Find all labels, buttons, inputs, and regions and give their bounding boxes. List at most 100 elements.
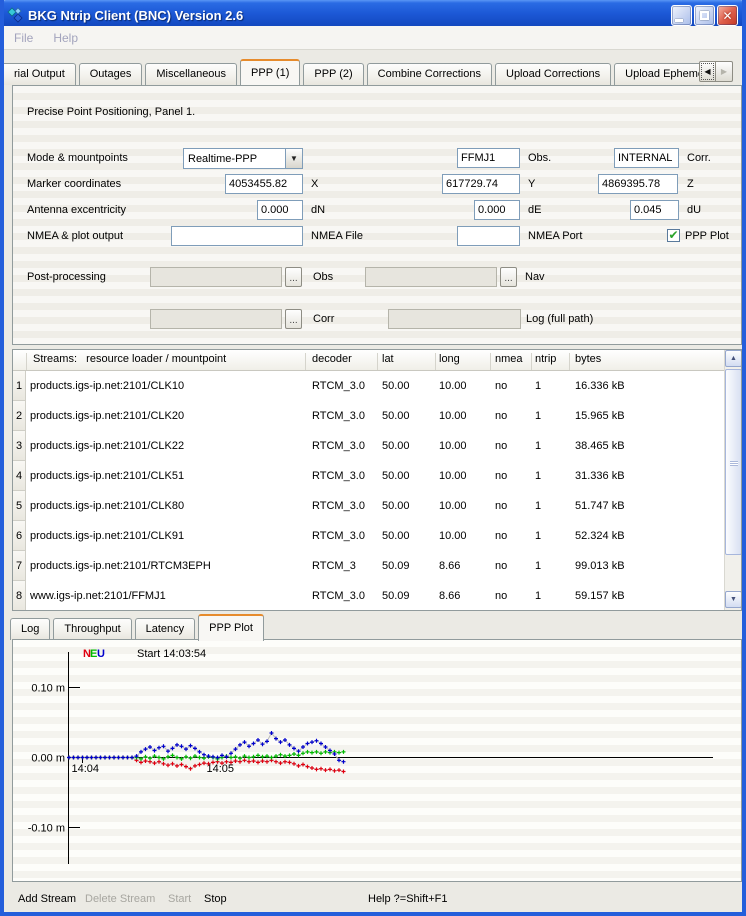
row-number[interactable]: 5: [13, 491, 26, 521]
tab-ppp-1[interactable]: PPP (1): [240, 59, 300, 85]
tab-combine-corrections[interactable]: Combine Corrections: [367, 63, 492, 85]
check-icon: ✔: [668, 230, 678, 240]
cell-lat: 50.09: [382, 560, 410, 572]
svg-text:0.00 m: 0.00 m: [31, 753, 65, 765]
cell-lat: 50.00: [382, 440, 410, 452]
antenna-de-field[interactable]: [474, 200, 520, 220]
tab-upload-corrections[interactable]: Upload Corrections: [495, 63, 611, 85]
streams-table: Streams: resource loader / mountpoint de…: [12, 349, 742, 611]
row-number[interactable]: 4: [13, 461, 26, 491]
close-button[interactable]: ✕: [717, 5, 738, 26]
table-row[interactable]: 4products.igs-ip.net:2101/CLK51RTCM_3.05…: [13, 461, 724, 491]
cell-mount: products.igs-ip.net:2101/CLK80: [30, 500, 184, 512]
ppp-panel: Precise Point Positioning, Panel 1. Mode…: [12, 85, 742, 345]
menu-file[interactable]: File: [4, 31, 43, 45]
post-obs-label: Obs: [313, 271, 333, 283]
tab-upload-ephemeris[interactable]: Upload Ephemeris: [614, 63, 704, 85]
stop-button[interactable]: Stop: [204, 893, 227, 905]
cell-long: 10.00: [439, 500, 467, 512]
ppp-plot-checkbox[interactable]: ✔: [667, 229, 680, 242]
delete-stream-button: Delete Stream: [85, 893, 155, 905]
table-row[interactable]: 7products.igs-ip.net:2101/RTCM3EPHRTCM_3…: [13, 551, 724, 581]
obs-mountpoint-field[interactable]: [457, 148, 520, 168]
add-stream-button[interactable]: Add Stream: [18, 893, 76, 905]
post-corr-browse-button[interactable]: ...: [285, 309, 302, 329]
cell-ntrip: 1: [535, 590, 541, 602]
antenna-dn-field[interactable]: [257, 200, 303, 220]
scroll-down-button[interactable]: ▼: [725, 591, 742, 608]
mode-label: Mode & mountpoints: [27, 152, 128, 164]
marker-z-label: Z: [687, 178, 694, 190]
cell-nmea: no: [495, 470, 507, 482]
header-decoder[interactable]: decoder: [312, 353, 352, 365]
post-obs-browse-button[interactable]: ...: [285, 267, 302, 287]
marker-z-field[interactable]: [598, 174, 678, 194]
table-scrollbar[interactable]: ▲ ▼: [724, 350, 741, 610]
row-number[interactable]: 8: [13, 581, 26, 611]
cell-mount: products.igs-ip.net:2101/CLK51: [30, 470, 184, 482]
scroll-up-button[interactable]: ▲: [725, 350, 742, 367]
row-number[interactable]: 1: [13, 371, 26, 401]
scrollbar-thumb[interactable]: [725, 369, 742, 555]
tab-scroll-left-button[interactable]: ◀: [699, 61, 716, 82]
header-nmea[interactable]: nmea: [495, 353, 523, 365]
cell-decoder: RTCM_3.0: [312, 590, 365, 602]
table-row[interactable]: 8www.igs-ip.net:2101/FFMJ1RTCM_3.050.098…: [13, 581, 724, 611]
mode-combobox[interactable]: Realtime-PPP ▼: [183, 148, 303, 169]
streams-table-header[interactable]: Streams: resource loader / mountpoint de…: [13, 350, 724, 371]
marker-y-field[interactable]: [442, 174, 520, 194]
cell-lat: 50.00: [382, 380, 410, 392]
post-nav-browse-button[interactable]: ...: [500, 267, 517, 287]
corr-mountpoint-field[interactable]: [614, 148, 679, 168]
svg-text:14:05: 14:05: [207, 763, 235, 775]
cell-ntrip: 1: [535, 500, 541, 512]
post-processing-label: Post-processing: [27, 271, 106, 283]
cell-ntrip: 1: [535, 530, 541, 542]
start-button: Start: [168, 893, 191, 905]
tab-rial-output[interactable]: rial Output: [4, 63, 76, 85]
window-title: BKG Ntrip Client (BNC) Version 2.6: [28, 8, 243, 23]
header-streams[interactable]: Streams: resource loader / mountpoint: [33, 353, 226, 365]
header-ntrip[interactable]: ntrip: [535, 353, 556, 365]
row-number[interactable]: 3: [13, 431, 26, 461]
header-lat[interactable]: lat: [382, 353, 394, 365]
tab-ppp-2[interactable]: PPP (2): [303, 63, 363, 85]
header-bytes[interactable]: bytes: [575, 353, 601, 365]
post-nav-field: [365, 267, 497, 287]
menu-help[interactable]: Help: [43, 31, 88, 45]
table-row[interactable]: 6products.igs-ip.net:2101/CLK91RTCM_3.05…: [13, 521, 724, 551]
row-number[interactable]: 2: [13, 401, 26, 431]
chevron-down-icon[interactable]: ▼: [285, 149, 302, 168]
cell-nmea: no: [495, 440, 507, 452]
tab-miscellaneous[interactable]: Miscellaneous: [145, 63, 237, 85]
table-row[interactable]: 5products.igs-ip.net:2101/CLK80RTCM_3.05…: [13, 491, 724, 521]
nmea-file-label: NMEA File: [311, 230, 363, 242]
tab-outages[interactable]: Outages: [79, 63, 143, 85]
cell-bytes: 38.465 kB: [575, 440, 625, 452]
help-shortcut-label: Help ?=Shift+F1: [368, 893, 448, 905]
bottom-tab-throughput[interactable]: Throughput: [53, 618, 131, 640]
minimize-button[interactable]: [671, 5, 692, 26]
cell-decoder: RTCM_3.0: [312, 410, 365, 422]
ppp-plot-label: PPP Plot: [685, 230, 729, 242]
bottom-tab-latency[interactable]: Latency: [135, 618, 196, 640]
nmea-file-field[interactable]: [171, 226, 303, 246]
nmea-port-field[interactable]: [457, 226, 520, 246]
cell-bytes: 31.336 kB: [575, 470, 625, 482]
table-row[interactable]: 2products.igs-ip.net:2101/CLK20RTCM_3.05…: [13, 401, 724, 431]
cell-decoder: RTCM_3.0: [312, 530, 365, 542]
header-long[interactable]: long: [439, 353, 460, 365]
antenna-du-field[interactable]: [630, 200, 679, 220]
table-row[interactable]: 1products.igs-ip.net:2101/CLK10RTCM_3.05…: [13, 371, 724, 401]
maximize-button[interactable]: [694, 5, 715, 26]
cell-ntrip: 1: [535, 470, 541, 482]
bottom-tab-log[interactable]: Log: [10, 618, 50, 640]
table-row[interactable]: 3products.igs-ip.net:2101/CLK22RTCM_3.05…: [13, 431, 724, 461]
row-number[interactable]: 6: [13, 521, 26, 551]
row-number[interactable]: 7: [13, 551, 26, 581]
cell-bytes: 16.336 kB: [575, 380, 625, 392]
bottom-tab-ppp-plot[interactable]: PPP Plot: [198, 614, 264, 641]
marker-x-field[interactable]: [225, 174, 303, 194]
cell-ntrip: 1: [535, 410, 541, 422]
tab-scroll-right-button[interactable]: ▶: [716, 61, 733, 82]
